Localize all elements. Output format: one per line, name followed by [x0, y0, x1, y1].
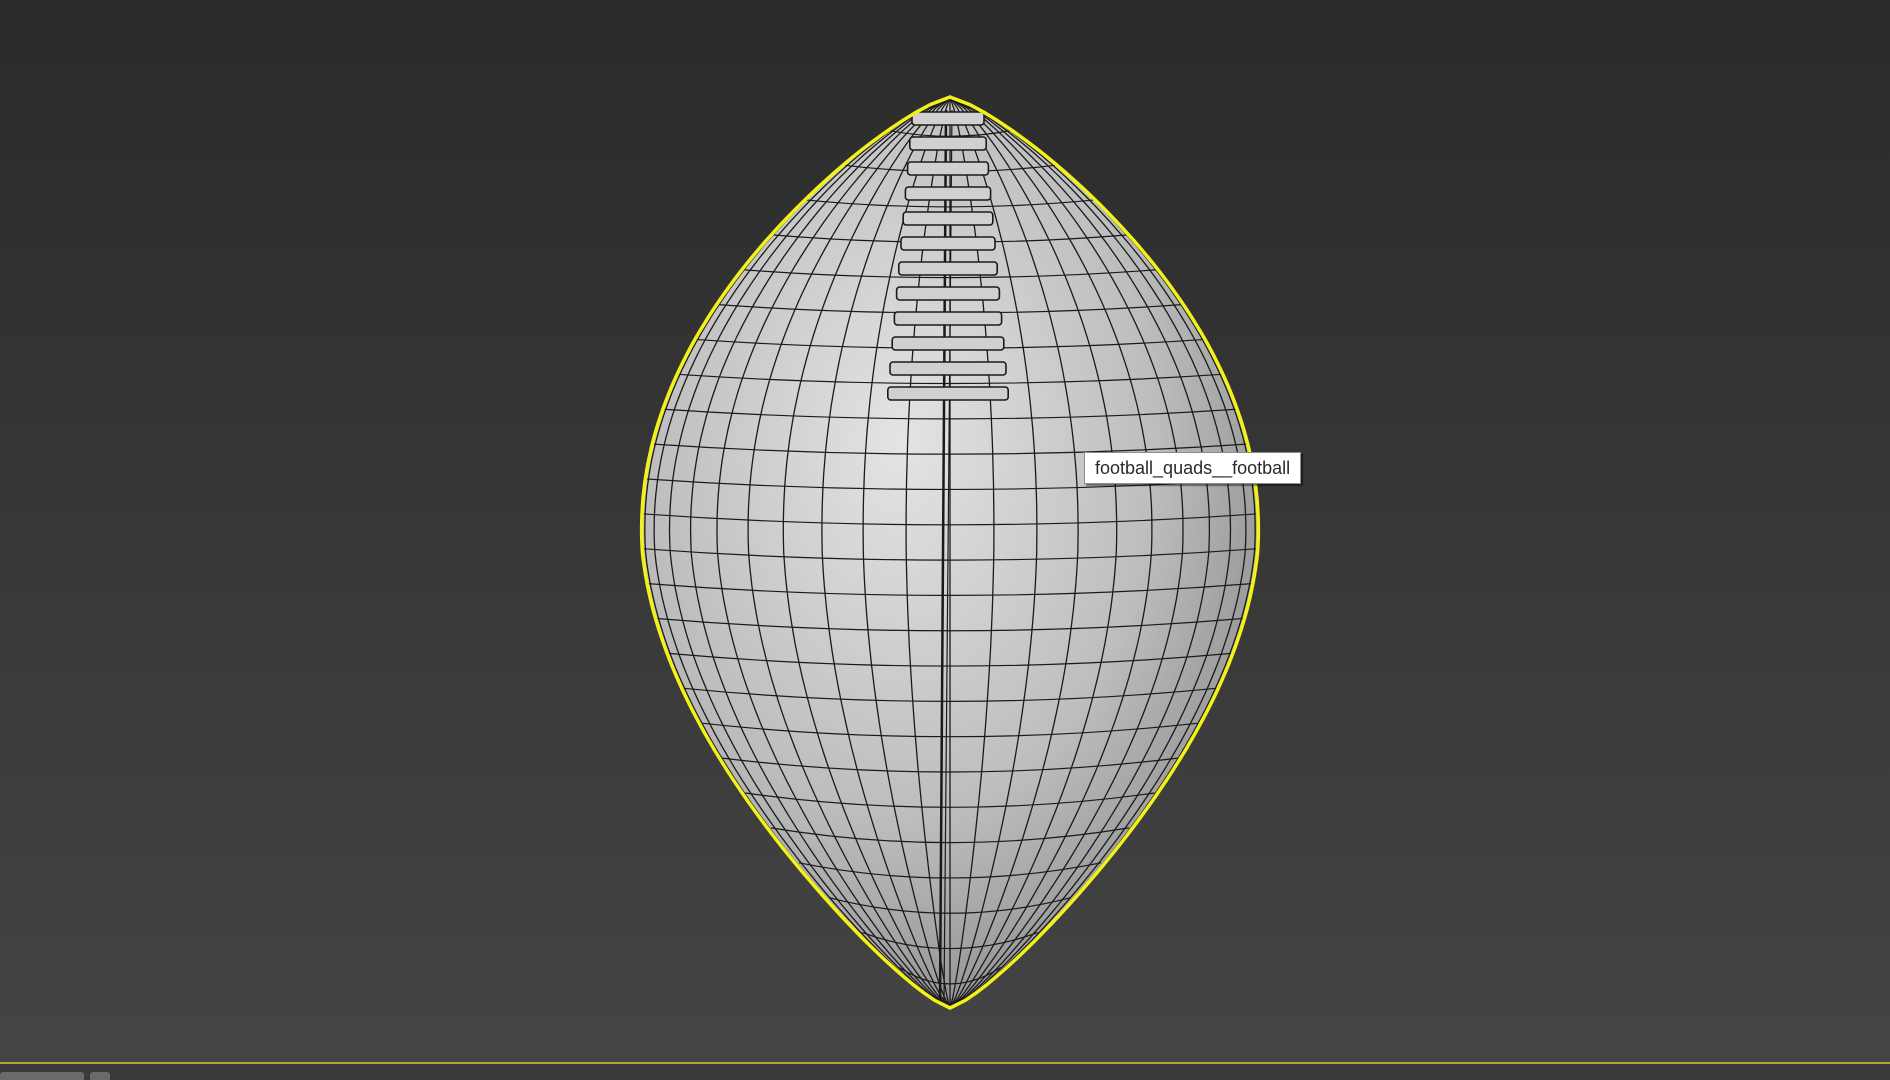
lace-stitch — [889, 361, 1007, 376]
lace-stitch — [906, 161, 990, 176]
lace-stitch — [886, 386, 1009, 401]
lace-stitch — [893, 311, 1003, 326]
football-model[interactable] — [0, 0, 1890, 1080]
lace-stitch — [902, 211, 994, 226]
timeline-next-frame-button[interactable] — [90, 1072, 110, 1080]
object-name-tooltip: football_quads__football — [1084, 452, 1302, 484]
lace-stitch — [911, 111, 985, 126]
viewport-perspective[interactable]: football_quads__football — [0, 0, 1890, 1080]
timeline-slider-handle[interactable] — [0, 1072, 84, 1080]
timeline-bar[interactable] — [0, 1062, 1890, 1080]
lace-stitch — [908, 136, 987, 151]
lace-stitch — [897, 261, 998, 276]
lace-stitch — [904, 186, 992, 201]
lace-stitch — [900, 236, 996, 251]
lace-stitch — [895, 286, 1001, 301]
lace-stitch — [891, 336, 1005, 351]
